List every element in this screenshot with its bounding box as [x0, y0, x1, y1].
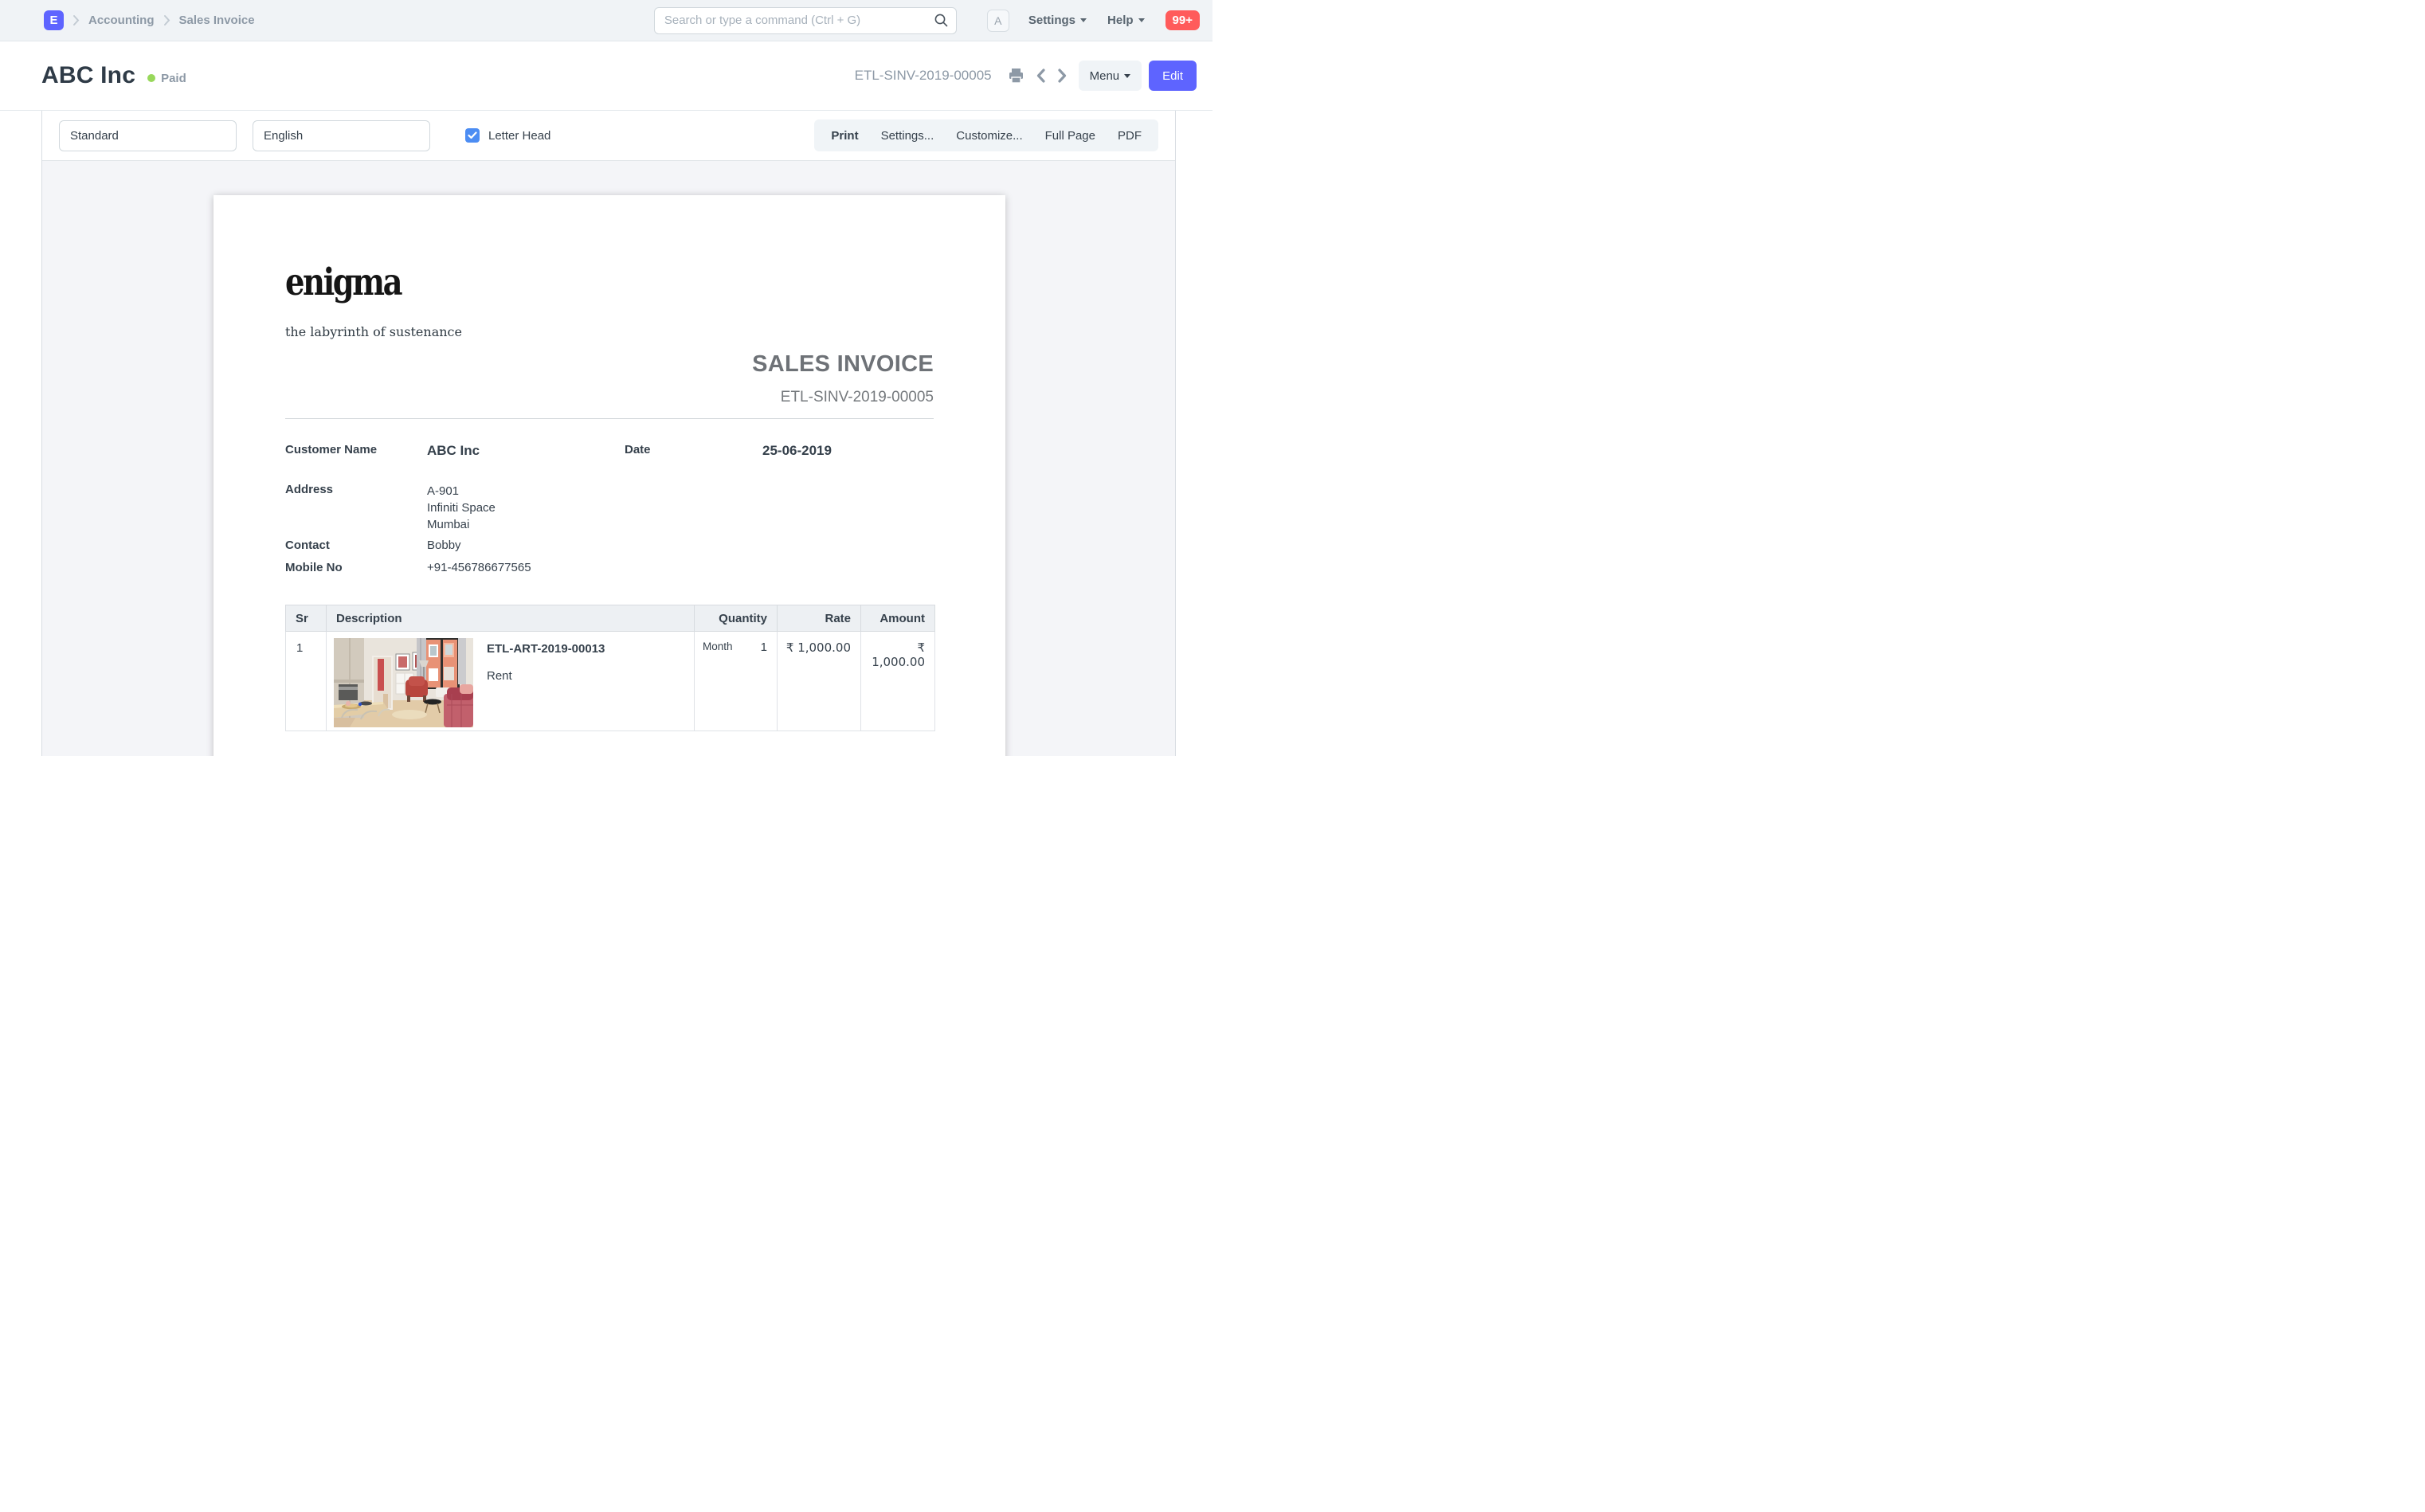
item-name: Rent — [487, 669, 512, 683]
col-header-rate: Rate — [777, 605, 861, 632]
description-cell: ETL-ART-2019-00013 Rent — [326, 631, 695, 731]
amount-cell: ₹ 1,000.00 — [860, 631, 935, 731]
language-select[interactable]: English — [253, 119, 430, 151]
letterhead-tagline: the labyrinth of sustenance — [285, 324, 462, 339]
address-line: Mumbai — [427, 518, 470, 531]
contact-value: Bobby — [427, 539, 461, 552]
page-actions: ETL-SINV-2019-00005 Menu Edit — [855, 61, 1197, 91]
date-label: Date — [625, 443, 651, 456]
quantity-cell: Month 1 — [694, 631, 778, 731]
navbar-right: A Settings Help 99+ — [653, 6, 1200, 34]
invoice-paper: enigma the labyrinth of sustenance SALES… — [214, 195, 1005, 756]
status-badge: Paid — [147, 72, 186, 85]
print-format-select[interactable]: Standard — [59, 119, 237, 151]
address-label: Address — [285, 483, 334, 496]
mobile-label: Mobile No — [285, 561, 343, 574]
date-value: 25-06-2019 — [762, 443, 832, 458]
status-label: Paid — [161, 71, 186, 85]
customer-name-value: ABC Inc — [427, 443, 480, 458]
search-input[interactable] — [653, 6, 957, 34]
address-line: A-901 — [427, 484, 460, 498]
customize-button[interactable]: Customize... — [945, 129, 1033, 143]
full-page-button[interactable]: Full Page — [1034, 129, 1107, 143]
search-icon[interactable] — [934, 13, 949, 32]
settings-label: Settings — [1028, 14, 1076, 27]
chevron-down-icon — [1138, 18, 1145, 22]
item-code: ETL-ART-2019-00013 — [487, 642, 605, 656]
global-search — [653, 6, 957, 34]
breadcrumb-chevron-icon — [72, 14, 80, 26]
help-label: Help — [1107, 14, 1134, 27]
letterhead-logo: enigma — [285, 260, 403, 304]
address-line: Infiniti Space — [427, 501, 496, 515]
chevron-down-icon — [1124, 73, 1131, 78]
app-logo[interactable]: E — [44, 10, 64, 30]
print-settings-button[interactable]: Settings... — [870, 129, 946, 143]
invoice-details: Customer Name ABC Inc Date 25-06-2019 Ad… — [285, 443, 934, 574]
print-button[interactable]: Print — [820, 129, 869, 143]
page-header: ABC Inc Paid ETL-SINV-2019-00005 Menu Ed… — [0, 41, 1212, 111]
breadcrumb-accounting[interactable]: Accounting — [88, 14, 155, 27]
breadcrumb-sales-invoice[interactable]: Sales Invoice — [179, 14, 255, 27]
sr-cell: 1 — [285, 631, 327, 731]
col-header-sr: Sr — [285, 605, 327, 632]
invoice-number: ETL-SINV-2019-00005 — [780, 389, 934, 405]
col-header-quantity: Quantity — [694, 605, 778, 632]
document-id: ETL-SINV-2019-00005 — [854, 68, 992, 83]
print-preview-background: enigma the labyrinth of sustenance SALES… — [42, 161, 1175, 756]
print-actions-group: Print Settings... Customize... Full Page… — [814, 119, 1158, 151]
qty-value: 1 — [760, 640, 767, 654]
menu-label: Menu — [1089, 69, 1120, 83]
prev-doc-icon[interactable] — [1036, 68, 1046, 84]
breadcrumb-chevron-icon — [163, 14, 170, 26]
col-header-description: Description — [326, 605, 695, 632]
print-icon[interactable] — [1008, 68, 1024, 84]
help-menu[interactable]: Help — [1107, 14, 1145, 27]
next-doc-icon[interactable] — [1057, 68, 1068, 84]
table-row: 1 ETL-ART-2019-00013 Rent Month 1 ₹ 1,00… — [285, 631, 935, 731]
menu-button[interactable]: Menu — [1078, 61, 1142, 91]
mobile-value: +91-456786677565 — [427, 561, 531, 574]
settings-menu[interactable]: Settings — [1028, 14, 1087, 27]
items-table-header-row: Sr Description Quantity Rate Amount — [285, 605, 935, 632]
chevron-down-icon — [1080, 18, 1087, 22]
print-toolbar: Standard English Letter Head Print Setti… — [42, 111, 1175, 161]
customer-name-label: Customer Name — [285, 443, 378, 456]
notifications-badge[interactable]: 99+ — [1165, 10, 1200, 30]
navbar: E Accounting Sales Invoice A Settings He… — [0, 0, 1212, 41]
address-value: A-901 Infiniti Space Mumbai — [427, 483, 609, 533]
item-photo — [334, 638, 473, 731]
edit-button[interactable]: Edit — [1149, 61, 1197, 91]
avatar[interactable]: A — [986, 9, 1009, 32]
col-header-amount: Amount — [860, 605, 935, 632]
letter-head-label: Letter Head — [488, 128, 551, 143]
pdf-button[interactable]: PDF — [1107, 129, 1153, 143]
divider — [285, 418, 934, 419]
page-title: ABC Inc — [41, 62, 136, 88]
print-view: Standard English Letter Head Print Setti… — [41, 111, 1176, 756]
rate-cell: ₹ 1,000.00 — [777, 631, 861, 731]
status-dot-icon — [147, 74, 156, 82]
letter-head-toggle[interactable]: Letter Head — [465, 128, 550, 143]
checkbox-checked-icon[interactable] — [465, 128, 480, 143]
uom-label: Month — [703, 640, 733, 652]
items-table: Sr Description Quantity Rate Amount 1 ET… — [285, 605, 935, 731]
contact-label: Contact — [285, 539, 330, 552]
invoice-title: SALES INVOICE — [752, 351, 934, 377]
